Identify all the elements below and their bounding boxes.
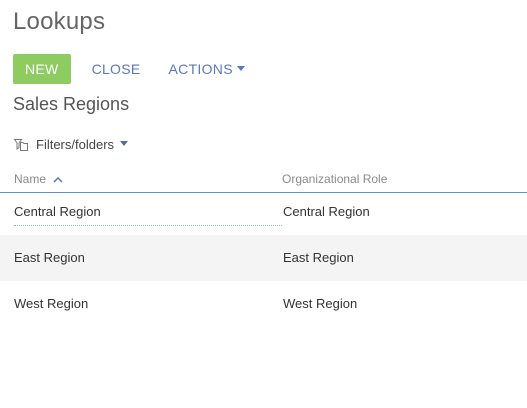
filters-folders-button[interactable]: Filters/folders: [13, 137, 129, 152]
edit-underline: [14, 225, 282, 226]
close-button-label: CLOSE: [91, 61, 141, 77]
section-title: Sales Regions: [13, 94, 130, 114]
cell-organizational-role: West Region: [283, 296, 358, 311]
chevron-down-icon: [120, 141, 129, 146]
cell-organizational-role: Central Region: [283, 204, 370, 219]
close-button[interactable]: CLOSE: [92, 61, 141, 77]
table-row[interactable]: West Region West Region: [0, 281, 527, 327]
actions-button-label: ACTIONS: [168, 61, 233, 77]
chevron-down-icon: [236, 65, 245, 71]
sort-ascending-icon: [53, 176, 63, 183]
cell-name: Central Region: [14, 204, 101, 219]
new-button[interactable]: NEW: [13, 54, 71, 84]
column-header-name[interactable]: Name: [14, 172, 63, 186]
actions-button[interactable]: ACTIONS: [169, 61, 245, 77]
page-title: Lookups: [13, 8, 106, 35]
table-row[interactable]: Central Region Central Region: [0, 189, 527, 236]
filter-folder-icon: [13, 139, 28, 151]
filters-folders-label: Filters/folders: [36, 137, 115, 152]
cell-name: West Region: [14, 296, 89, 311]
toolbar: NEW CLOSE ACTIONS: [13, 54, 245, 84]
cell-organizational-role: East Region: [283, 250, 354, 265]
column-header-name-label: Name: [14, 172, 47, 186]
cell-name: East Region: [14, 250, 85, 265]
table-row[interactable]: East Region East Region: [0, 235, 527, 281]
column-header-organizational-role[interactable]: Organizational Role: [282, 172, 387, 186]
column-header-role-label: Organizational Role: [282, 172, 388, 186]
